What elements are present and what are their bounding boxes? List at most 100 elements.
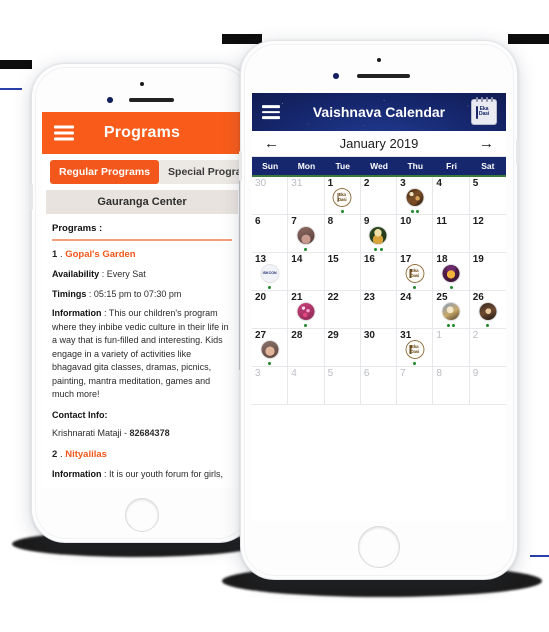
calendar-day-cell[interactable]: 22 xyxy=(324,291,361,329)
calendar-day-cell[interactable]: 5 xyxy=(469,177,506,215)
event-dot-indicator xyxy=(361,248,396,251)
festival-event-icon xyxy=(296,226,316,245)
event-dot-indicator xyxy=(397,362,432,365)
arrow-left-icon[interactable]: ← xyxy=(264,136,279,151)
calendar-day-cell[interactable]: 7 xyxy=(288,215,325,253)
event-dot-indicator xyxy=(470,324,506,327)
calendar-day-cell[interactable]: 4 xyxy=(433,177,470,215)
center-name-header: Gauranga Center xyxy=(46,190,238,214)
left-phone-sensor-icon xyxy=(107,97,113,103)
event-dot-indicator xyxy=(433,324,468,327)
weekday-header: Sun Mon Tue Wed Thu Fri Sat xyxy=(252,157,506,177)
calendar-day-cell[interactable]: 8 xyxy=(433,367,470,405)
calendar-day-number: 29 xyxy=(327,330,339,341)
calendar-day-cell[interactable]: 8 xyxy=(324,215,361,253)
calendar-day-cell[interactable]: 26 xyxy=(469,291,506,329)
calendar-day-cell[interactable]: 30 xyxy=(360,329,398,367)
calendar-day-cell[interactable]: 19 xyxy=(469,253,506,291)
weekday-wed: Wed xyxy=(370,161,388,171)
calendar-day-cell[interactable]: 7 xyxy=(397,367,434,405)
contact-phone-number[interactable]: 82684378 xyxy=(130,428,170,438)
calendar-day-cell[interactable]: 5 xyxy=(324,367,361,405)
calendar-day-cell[interactable]: 13 ISKCON xyxy=(252,253,289,291)
calendar-day-cell[interactable]: 14 xyxy=(288,253,325,291)
contact-person-name: Krishnarati Mataji - xyxy=(52,428,130,438)
calendar-day-cell[interactable]: 15 xyxy=(324,253,361,291)
calendar-day-cell[interactable]: 6 xyxy=(252,215,289,253)
programs-content: Programs : 1 . Gopal's Garden Availabili… xyxy=(42,214,242,481)
program-name-1[interactable]: Gopal's Garden xyxy=(65,249,135,260)
tab-regular-programs[interactable]: Regular Programs xyxy=(50,160,160,184)
calendar-day-cell[interactable]: 17 Eka Dasi xyxy=(397,253,434,291)
calendar-day-number: 4 xyxy=(291,368,297,379)
left-phone-home-button[interactable] xyxy=(125,498,159,532)
right-phone-camera-icon xyxy=(377,58,381,62)
festival-event-icon xyxy=(478,302,498,321)
right-phone-home-button[interactable] xyxy=(358,526,400,568)
current-month-label: January 2019 xyxy=(339,136,419,151)
event-dot-indicator xyxy=(325,210,360,213)
ekadasi-calendar-icon[interactable]: Eka Dasi xyxy=(471,97,497,125)
left-phone-frame: Programs Regular Programs Special Progra… xyxy=(30,63,253,543)
calendar-day-cell[interactable]: 29 xyxy=(324,329,361,367)
calendar-day-number: 15 xyxy=(327,254,339,265)
calendar-day-cell[interactable]: 16 xyxy=(360,253,398,291)
calendar-day-cell[interactable]: 28 xyxy=(288,329,325,367)
arrow-right-icon[interactable]: → xyxy=(479,136,494,151)
calendar-day-cell[interactable]: 6 xyxy=(360,367,398,405)
calendar-day-cell[interactable]: 20 xyxy=(252,291,289,329)
festival-event-icon xyxy=(260,340,280,359)
calendar-day-cell[interactable]: 24 xyxy=(397,291,434,329)
calendar-day-number: 2 xyxy=(363,178,370,189)
calendar-day-number: 10 xyxy=(400,216,412,227)
calendar-day-cell[interactable]: 12 xyxy=(469,215,506,253)
calendar-day-cell[interactable]: 27 xyxy=(252,329,289,367)
calendar-day-cell[interactable]: 18 xyxy=(433,253,470,291)
calendar-day-cell[interactable]: 3 xyxy=(252,367,289,405)
tab-special-programs[interactable]: Special Programs xyxy=(159,160,242,184)
calendar-day-number: 19 xyxy=(472,254,484,265)
contact-info-heading: Contact Info: xyxy=(52,409,108,420)
calendar-day-cell[interactable]: 31 Eka Dasi xyxy=(397,329,434,367)
left-phone-side-button xyxy=(30,184,33,210)
event-dot-indicator xyxy=(252,362,287,365)
program-name-2[interactable]: Nityalilas xyxy=(65,449,107,460)
program-number-1: 1 xyxy=(52,248,58,260)
calendar-day-number: 30 xyxy=(255,178,267,189)
information-value-1: : This our children's program where they… xyxy=(52,308,229,399)
calendar-day-cell[interactable]: 4 xyxy=(288,367,325,405)
right-phone-speaker xyxy=(357,74,410,78)
calendar-day-cell[interactable]: 10 xyxy=(397,215,434,253)
hamburger-menu-icon[interactable] xyxy=(54,125,74,141)
calendar-day-cell[interactable]: 21 xyxy=(288,291,325,329)
calendar-day-cell[interactable]: 30 xyxy=(252,177,289,215)
calendar-day-cell[interactable]: 25 xyxy=(433,291,470,329)
calendar-day-cell[interactable]: 9 xyxy=(360,215,398,253)
calendar-day-cell[interactable]: 1 Eka Dasi xyxy=(324,177,361,215)
calendar-day-cell[interactable]: 2 xyxy=(360,177,398,215)
calendar-day-number: 6 xyxy=(255,216,261,227)
calendar-day-cell[interactable]: 31 xyxy=(288,177,325,215)
ekadasi-day-icon: Eka Dasi xyxy=(405,340,425,359)
availability-label: Availability xyxy=(52,269,100,279)
event-dot-indicator xyxy=(288,324,323,327)
calendar-day-number: 12 xyxy=(472,216,484,227)
programs-appbar: Programs xyxy=(42,112,242,154)
calendar-day-cell[interactable]: 9 xyxy=(469,367,506,405)
calendar-day-number: 5 xyxy=(327,368,334,379)
timings-value: : 05:15 pm to 07:30 pm xyxy=(88,288,182,299)
calendar-day-number: 14 xyxy=(291,254,303,265)
event-dot-indicator xyxy=(288,248,323,251)
calendar-day-cell[interactable]: 2 xyxy=(469,329,506,367)
hamburger-menu-icon[interactable] xyxy=(262,105,280,119)
right-phone-side-button-2 xyxy=(516,139,519,165)
festival-event-icon xyxy=(405,188,425,207)
calendar-day-number: 31 xyxy=(291,178,303,189)
calendar-day-number: 9 xyxy=(472,368,479,379)
program-number-sep-1: . xyxy=(59,248,63,260)
calendar-day-cell[interactable]: 23 xyxy=(360,291,398,329)
calendar-day-cell[interactable]: 1 xyxy=(433,329,470,367)
calendar-day-cell[interactable]: 11 xyxy=(433,215,470,253)
calendar-day-cell[interactable]: 3 xyxy=(397,177,434,215)
ekadasi-day-icon: Eka Dasi xyxy=(405,264,425,283)
